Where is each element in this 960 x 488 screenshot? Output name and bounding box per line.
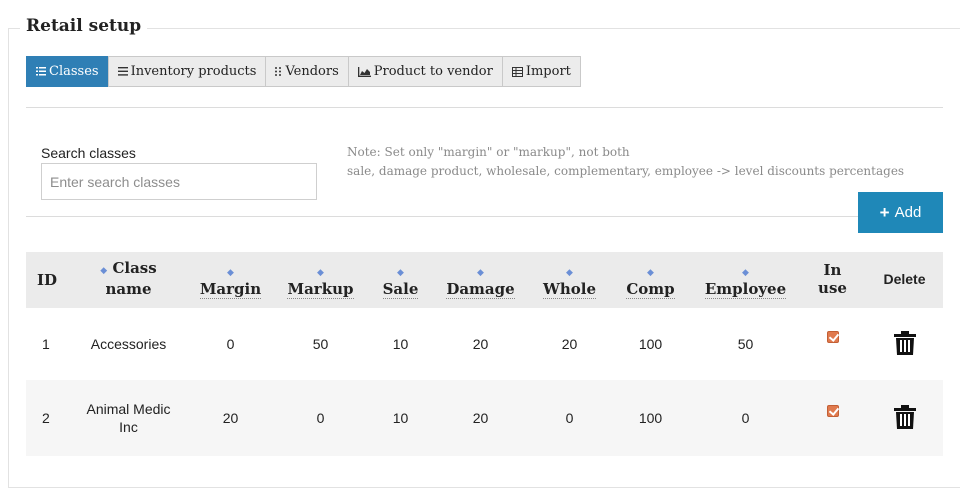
cell-damage: 20 <box>472 336 489 352</box>
list-icon <box>36 67 46 76</box>
divider <box>26 107 943 108</box>
column-header-in-use: In use <box>818 261 847 297</box>
cell-sale: 10 <box>392 336 409 352</box>
cell-markup: 0 <box>316 410 325 426</box>
cell-sale: 10 <box>392 410 409 426</box>
tab-label: Import <box>525 64 571 79</box>
table-header-row: ID ◆ Class name ◆ Margin ◆ Markup ◆ Sale ◆ D… <box>26 252 943 308</box>
table-row[interactable]: 2 Animal Medic Inc 20 0 10 20 0 100 0 <box>26 380 943 456</box>
cell-delete <box>866 308 943 380</box>
table-icon <box>511 66 523 77</box>
divider <box>26 216 858 217</box>
sort-icon: ◆ <box>477 268 484 278</box>
cell-margin: 20 <box>222 410 239 426</box>
cell-comp: 100 <box>638 336 663 352</box>
column-header-id[interactable]: ID <box>26 252 67 308</box>
tab-vendors[interactable]: Vendors <box>265 56 349 87</box>
list-icon <box>117 67 128 76</box>
cell-margin: 0 <box>226 336 235 352</box>
in-use-checkbox[interactable] <box>826 405 839 417</box>
search-input[interactable] <box>41 163 317 200</box>
column-header-markup[interactable]: ◆ Markup <box>271 252 370 308</box>
trash-icon[interactable] <box>893 330 916 355</box>
cell-class-name: Animal Medic Inc <box>86 401 171 435</box>
sort-icon: ◆ <box>227 268 234 278</box>
column-header-comp[interactable]: ◆ Comp <box>609 252 692 308</box>
tab-label: Inventory products <box>130 64 257 79</box>
column-header-class-name[interactable]: ◆ Class name <box>67 252 190 308</box>
area-chart-icon <box>357 66 371 77</box>
cell-comp: 100 <box>638 410 663 426</box>
add-button[interactable]: + Add <box>858 192 943 233</box>
cell-markup: 50 <box>312 336 329 352</box>
sort-icon: ◆ <box>100 266 108 276</box>
column-header-employee[interactable]: ◆ Employee <box>692 252 799 308</box>
cell-whole: 0 <box>565 410 574 426</box>
cell-delete <box>866 380 943 456</box>
add-button-label: Add <box>894 204 922 221</box>
plus-icon: + <box>879 202 890 222</box>
sort-icon: ◆ <box>742 268 749 278</box>
cell-id: 2 <box>42 410 50 426</box>
column-header-whole[interactable]: ◆ Whole <box>530 252 609 308</box>
tab-classes[interactable]: Classes <box>26 56 109 87</box>
grip-icon <box>275 67 282 76</box>
note-line-2: sale, damage product, wholesale, complem… <box>347 164 905 178</box>
sort-icon: ◆ <box>647 268 654 278</box>
table-row[interactable]: 1 Accessories 0 50 10 20 20 100 50 <box>26 308 943 380</box>
search-label: Search classes <box>41 145 136 161</box>
tab-label: Vendors <box>285 64 339 79</box>
note-line-1: Note: Set only "margin" or "markup", not… <box>347 145 630 159</box>
tab-label: Classes <box>49 64 99 79</box>
cell-class-name: Accessories <box>90 336 167 352</box>
cell-employee: 0 <box>741 410 750 426</box>
sort-icon: ◆ <box>317 268 324 278</box>
page-title: Retail setup <box>20 16 148 36</box>
cell-whole: 20 <box>561 336 578 352</box>
column-header-damage[interactable]: ◆ Damage <box>431 252 530 308</box>
sort-icon: ◆ <box>397 268 404 278</box>
sort-icon: ◆ <box>566 268 573 278</box>
tab-bar: Classes Inventory products Vendors Produ… <box>26 56 581 87</box>
column-header-delete: Delete <box>883 271 926 287</box>
cell-damage: 20 <box>472 410 489 426</box>
cell-id: 1 <box>42 336 50 352</box>
in-use-checkbox[interactable] <box>826 331 839 343</box>
cell-in-use <box>799 380 866 456</box>
tab-inventory-products[interactable]: Inventory products <box>107 56 267 87</box>
cell-in-use <box>799 308 866 380</box>
column-header-sale[interactable]: ◆ Sale <box>370 252 431 308</box>
note-text: Note: Set only "margin" or "markup", not… <box>347 143 904 181</box>
cell-employee: 50 <box>737 336 754 352</box>
column-header-margin[interactable]: ◆ Margin <box>190 252 271 308</box>
classes-table: ID ◆ Class name ◆ Margin ◆ Markup ◆ Sale ◆ D… <box>26 252 943 456</box>
tab-import[interactable]: Import <box>501 56 581 87</box>
tab-label: Product to vendor <box>373 64 493 79</box>
trash-icon[interactable] <box>893 404 916 429</box>
tab-product-to-vendor[interactable]: Product to vendor <box>347 56 503 87</box>
